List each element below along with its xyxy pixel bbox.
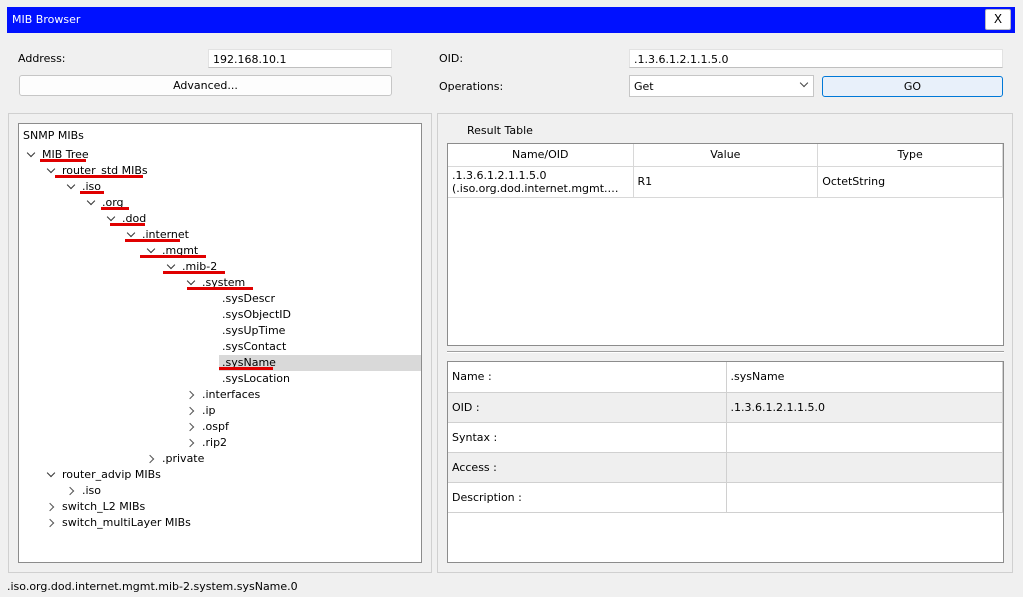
chevron-down-icon (799, 78, 809, 88)
collapse-chevron-icon[interactable] (145, 451, 159, 467)
result-value-cell: R1 (633, 166, 819, 198)
operations-label: Operations: (439, 80, 504, 93)
collapse-chevron-icon[interactable] (185, 419, 199, 435)
annotation-underline (110, 223, 145, 226)
detail-value: .1.3.6.1.2.1.1.5.0 (726, 392, 1003, 423)
detail-row-name: Name : .sysName (448, 362, 1003, 393)
annotation-underline (125, 239, 180, 242)
annotation-underline (187, 287, 253, 290)
address-label: Address: (18, 52, 66, 65)
annotation-underline (80, 191, 104, 194)
annotation-underline (40, 159, 86, 162)
operations-select[interactable]: Get (629, 75, 814, 97)
collapse-chevron-icon[interactable] (185, 435, 199, 451)
collapse-chevron-icon[interactable] (45, 499, 59, 515)
oid-label: OID: (439, 52, 464, 65)
detail-value (726, 452, 1003, 483)
column-header-name-oid[interactable]: Name/OID (448, 144, 634, 167)
result-table-label: Result Table (467, 124, 533, 137)
detail-value (726, 482, 1003, 513)
collapse-chevron-icon[interactable] (185, 403, 199, 419)
detail-row-oid: OID : .1.3.6.1.2.1.1.5.0 (448, 392, 1003, 423)
detail-label: Name : (448, 362, 727, 393)
status-bar-text: .iso.org.dod.internet.mgmt.mib-2.system.… (7, 580, 298, 593)
detail-label: Syntax : (448, 422, 727, 453)
expand-chevron-icon[interactable] (25, 147, 39, 163)
detail-label: Access : (448, 452, 727, 483)
collapse-chevron-icon[interactable] (65, 483, 79, 499)
result-name-cell: .1.3.6.1.2.1.1.5.0 (.iso.org.dod.interne… (448, 166, 634, 198)
window-title: MIB Browser (12, 13, 81, 26)
expand-chevron-icon[interactable] (65, 179, 79, 195)
table-row[interactable]: .1.3.6.1.2.1.1.5.0 (.iso.org.dod.interne… (448, 166, 1003, 198)
expand-chevron-icon[interactable] (85, 195, 99, 211)
column-header-type[interactable]: Type (817, 144, 1003, 167)
result-type-cell: OctetString (817, 166, 1003, 198)
tree-header: SNMP MIBs (23, 129, 84, 142)
close-button[interactable]: X (985, 9, 1011, 30)
detail-label: Description : (448, 482, 727, 513)
collapse-chevron-icon[interactable] (185, 387, 199, 403)
address-input[interactable]: 192.168.10.1 (208, 49, 392, 68)
annotation-underline (163, 271, 225, 274)
operations-selected: Get (634, 80, 654, 93)
detail-value (726, 422, 1003, 453)
annotation-underline (101, 207, 129, 210)
go-button[interactable]: GO (822, 76, 1003, 97)
detail-row-description: Description : (448, 482, 1003, 513)
collapse-chevron-icon[interactable] (45, 515, 59, 531)
detail-row-syntax: Syntax : (448, 422, 1003, 453)
advanced-button[interactable]: Advanced... (19, 75, 392, 96)
oid-input[interactable]: .1.3.6.1.2.1.1.5.0 (629, 49, 1003, 68)
column-header-value[interactable]: Value (633, 144, 819, 167)
title-bar: MIB Browser X (7, 7, 1015, 33)
detail-value: .sysName (726, 362, 1003, 393)
expand-chevron-icon[interactable] (45, 467, 59, 483)
detail-row-access: Access : (448, 452, 1003, 483)
splitter-handle[interactable] (447, 351, 1004, 353)
detail-label: OID : (448, 392, 727, 423)
object-details-table: Name : .sysName OID : .1.3.6.1.2.1.1.5.0… (447, 361, 1004, 563)
result-table[interactable]: Name/OID Value Type .1.3.6.1.2.1.1.5.0 (… (447, 143, 1004, 346)
annotation-underline (140, 255, 206, 258)
annotation-underline (55, 175, 143, 178)
annotation-underline (219, 367, 273, 370)
mib-tree-view[interactable]: SNMP MIBs MIB Tree router_std MIBs .iso … (18, 123, 422, 563)
